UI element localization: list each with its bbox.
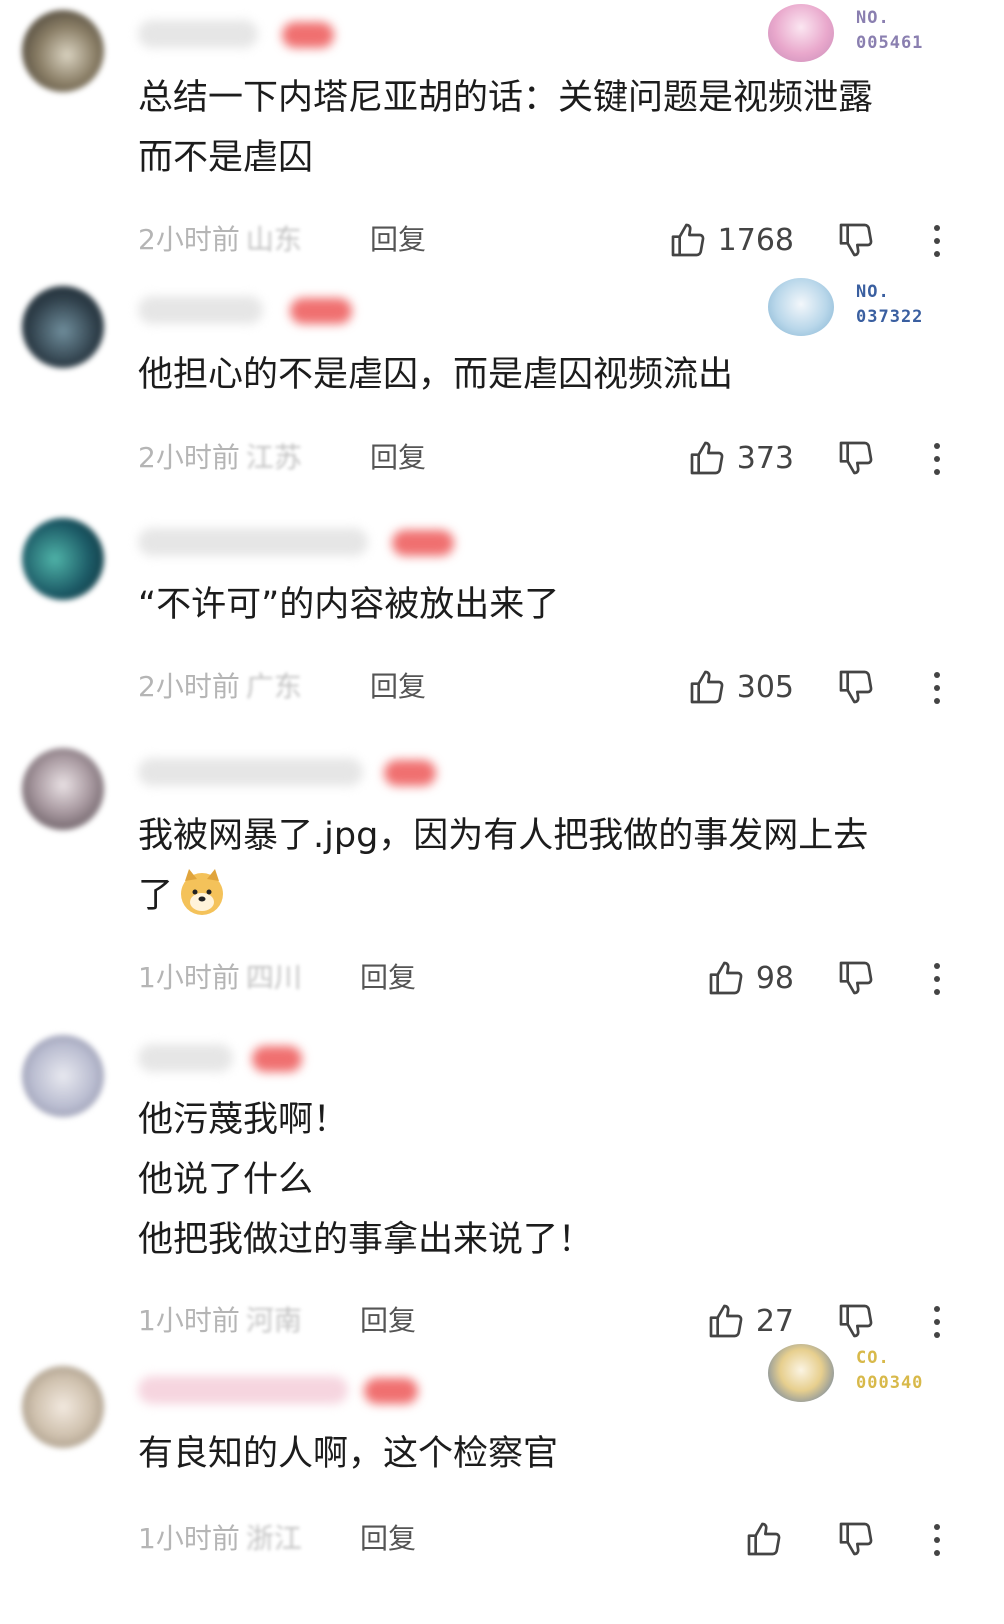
location: 河南 [245,1304,302,1337]
fan-badge-number: 005461 [856,33,924,53]
fan-badge: NO. 037322 [768,276,938,338]
reply-button[interactable]: 回复 [370,433,426,483]
comment-text: 总结一下内塔尼亚胡的话：关键问题是视频泄露 而不是虐囚 [138,78,874,178]
level-badge-blurred [290,298,352,324]
doge-emoji-icon [181,869,224,915]
avatar[interactable] [22,748,104,830]
username-blurred[interactable] [138,20,258,48]
username-blurred[interactable] [138,1044,233,1072]
timestamp: 2小时前 [138,670,240,703]
fan-badge-number: 037322 [856,307,924,327]
more-vertical-icon[interactable] [930,669,944,709]
thumbs-down-icon[interactable] [836,220,876,260]
reply-button[interactable]: 回复 [360,953,416,1003]
comment-text: “不许可”的内容被放出来了 [138,585,560,625]
more-vertical-icon[interactable] [930,440,944,480]
thumbs-down-icon[interactable] [836,1301,876,1341]
more-vertical-icon[interactable] [930,960,944,1000]
reply-button[interactable]: 回复 [370,662,426,712]
fan-badge: CO. 000340 [768,1342,938,1404]
level-badge-blurred [364,1378,418,1404]
avatar[interactable] [22,10,104,92]
comment-text: 我被网暴了.jpg，因为有人把我做的事发网上去 了 [138,816,869,916]
fan-badge-prefix: NO. [856,282,890,302]
like-button[interactable]: 27 [706,1296,794,1346]
avatar[interactable] [22,1035,104,1117]
like-button[interactable]: 1768 [668,215,794,265]
thumbs-down-icon[interactable] [836,667,876,707]
fan-badge-number: 000340 [856,1373,924,1393]
username-blurred[interactable] [138,758,363,786]
level-badge-blurred [252,1046,302,1072]
level-badge-blurred [392,530,454,556]
fan-badge-prefix: NO. [856,8,890,28]
location: 广东 [245,670,302,703]
thumbs-up-icon [690,670,724,704]
thumbs-down-icon[interactable] [836,1519,876,1559]
comment-text: 他污蔑我啊！ 他说了什么 他把我做过的事拿出来说了！ [138,1100,594,1260]
more-vertical-icon[interactable] [930,1521,944,1561]
reply-button[interactable]: 回复 [360,1514,416,1564]
like-count: 373 [736,440,794,476]
more-vertical-icon[interactable] [930,1303,944,1343]
location: 江苏 [245,441,302,474]
like-count: 98 [755,960,794,996]
level-badge-blurred [282,22,334,48]
like-button[interactable] [744,1514,794,1564]
avatar[interactable] [22,286,104,368]
location: 四川 [245,961,302,994]
thumbs-up-icon [690,441,724,475]
like-button[interactable]: 373 [687,433,794,483]
comment-text: 他担心的不是虐囚，而是虐囚视频流出 [138,355,734,395]
like-count: 1768 [717,222,794,258]
timestamp: 1小时前 [138,1522,240,1555]
fan-badge-prefix: CO. [856,1348,890,1368]
username-blurred[interactable] [138,528,368,556]
timestamp: 1小时前 [138,1304,240,1337]
more-vertical-icon[interactable] [930,222,944,262]
fan-badge-character-icon [768,4,834,62]
fan-badge-character-icon [768,1344,834,1402]
comment-text: 有良知的人啊，这个检察官 [138,1434,559,1474]
thumbs-up-icon [709,961,743,995]
reply-button[interactable]: 回复 [360,1296,416,1346]
like-button[interactable]: 305 [687,662,794,712]
thumbs-up-icon [671,223,704,257]
thumbs-up-icon [747,1522,781,1556]
timestamp: 2小时前 [138,441,240,474]
fan-badge-character-icon [768,278,834,336]
fan-badge: NO. 005461 [768,2,938,64]
location: 山东 [245,223,302,256]
thumbs-down-icon[interactable] [836,958,876,998]
reply-button[interactable]: 回复 [370,215,426,265]
like-count: 27 [755,1303,794,1339]
like-button[interactable]: 98 [706,953,794,1003]
avatar[interactable] [22,518,104,600]
username-blurred[interactable] [138,1376,348,1404]
timestamp: 1小时前 [138,961,240,994]
like-count: 305 [736,669,794,705]
avatar[interactable] [22,1366,104,1448]
timestamp: 2小时前 [138,223,240,256]
thumbs-down-icon[interactable] [836,438,876,478]
thumbs-up-icon [709,1304,743,1338]
level-badge-blurred [384,760,436,786]
location: 浙江 [245,1522,302,1555]
username-blurred[interactable] [138,296,263,324]
